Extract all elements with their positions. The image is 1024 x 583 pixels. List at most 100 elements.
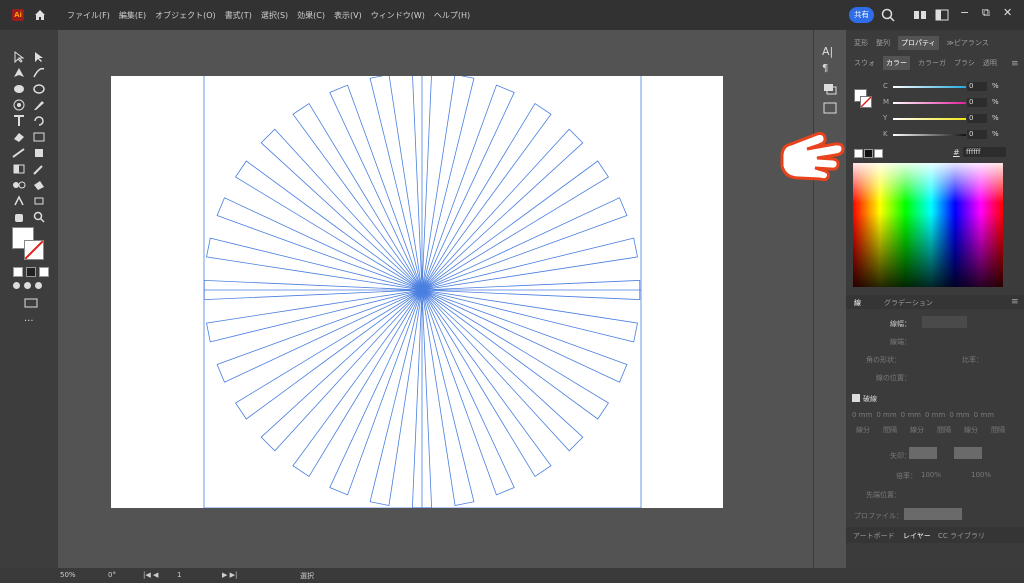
arrow-end-scale[interactable]: 100% — [971, 471, 991, 479]
menu-edit[interactable]: 編集(E) — [119, 10, 146, 21]
yellow-slider[interactable] — [893, 118, 966, 120]
home-icon[interactable] — [34, 9, 46, 21]
artboard-number[interactable]: 1 — [177, 571, 181, 579]
arrange-documents-icon[interactable] — [912, 7, 928, 23]
artboard-tool-icon[interactable] — [32, 195, 46, 207]
sunburst-ray[interactable] — [216, 197, 423, 291]
minimize-icon[interactable]: − — [960, 6, 969, 19]
dash-value-1[interactable]: 0 mm — [852, 411, 872, 419]
live-paint-tool-icon[interactable] — [32, 179, 46, 191]
curvature-tool-icon[interactable] — [32, 67, 46, 79]
paragraph-panel-icon[interactable]: ¶ — [822, 63, 838, 77]
screen-mode-icon[interactable] — [24, 297, 38, 309]
none-white-black-swatches[interactable] — [854, 149, 883, 158]
shape-builder-tool-icon[interactable] — [12, 99, 26, 111]
zoom-level[interactable]: 50% — [60, 571, 76, 579]
menu-type[interactable]: 書式(T) — [225, 10, 252, 21]
artboard[interactable] — [111, 70, 723, 509]
free-transform-tool-icon[interactable] — [32, 131, 46, 143]
zoom-tool-icon[interactable] — [32, 211, 46, 223]
menu-window[interactable]: ウィンドウ(W) — [371, 10, 425, 21]
sunburst-ray[interactable] — [329, 289, 423, 496]
dashed-checkbox[interactable] — [852, 394, 860, 402]
sunburst-ray[interactable] — [421, 289, 628, 383]
width-tool-icon[interactable] — [12, 147, 26, 159]
tab-layers[interactable]: レイヤー — [903, 531, 931, 541]
share-button[interactable]: 共有 — [849, 7, 874, 23]
menu-file[interactable]: ファイル(F) — [67, 10, 110, 21]
profile-select[interactable] — [904, 508, 962, 520]
sunburst-ray[interactable] — [292, 103, 423, 291]
stroke-swatch[interactable] — [24, 240, 44, 260]
tab-properties[interactable]: プロパティ — [898, 36, 939, 50]
sunburst-ray[interactable] — [329, 84, 423, 291]
drawing-mode-buttons[interactable] — [13, 282, 42, 289]
arrow-start-scale[interactable]: 100% — [921, 471, 941, 479]
workspace-icon[interactable] — [934, 7, 950, 23]
cyan-value-field[interactable]: 0 — [967, 82, 987, 91]
tab-swatches[interactable]: スウォ — [854, 58, 875, 68]
hex-value-field[interactable]: ffffff — [963, 147, 1006, 157]
gradient-tool-icon[interactable] — [12, 163, 26, 175]
hand-tool-icon[interactable] — [12, 211, 26, 223]
sunburst-ray[interactable] — [421, 197, 628, 291]
eraser-tool-icon[interactable] — [12, 131, 26, 143]
sunburst-ray[interactable] — [421, 84, 515, 291]
puppet-warp-tool-icon[interactable] — [12, 195, 26, 207]
gap-value-3[interactable]: 0 mm — [974, 411, 994, 419]
layers-panel-icon[interactable] — [822, 82, 838, 96]
artboards-panel-icon[interactable] — [822, 101, 838, 115]
menu-select[interactable]: 選択(S) — [261, 10, 288, 21]
dash-value-2[interactable]: 0 mm — [901, 411, 921, 419]
rotation-angle[interactable]: 0° — [108, 571, 116, 579]
tab-transparency[interactable]: 透明 — [983, 58, 997, 68]
gap-value-2[interactable]: 0 mm — [925, 411, 945, 419]
menu-help[interactable]: ヘルプ(H) — [434, 10, 470, 21]
sunburst-ray[interactable] — [421, 289, 584, 452]
tab-cc-libraries[interactable]: CC ライブラリ — [938, 531, 985, 541]
sunburst-ray[interactable] — [421, 128, 584, 291]
pencil-tool-icon[interactable] — [32, 99, 46, 111]
black-slider[interactable] — [893, 134, 966, 136]
sunburst-ray[interactable] — [421, 289, 552, 477]
prev-artboard-icon[interactable]: |◀ ◀ — [143, 571, 158, 579]
sunburst-ray[interactable] — [421, 289, 515, 496]
cyan-slider[interactable] — [893, 86, 966, 88]
close-icon[interactable]: ✕ — [1003, 6, 1012, 19]
magenta-slider[interactable] — [893, 102, 966, 104]
sunburst-ray[interactable] — [292, 289, 423, 477]
tab-gradient[interactable]: グラデーション — [884, 298, 933, 308]
sunburst-ray[interactable] — [235, 160, 423, 291]
tab-brushes[interactable]: ブラシ — [954, 58, 975, 68]
stroke-panel-menu-icon[interactable]: ≡ — [1011, 297, 1019, 307]
pen-tool-icon[interactable] — [12, 67, 26, 79]
direct-selection-tool-icon[interactable] — [32, 51, 46, 63]
panel-menu-icon[interactable]: ≡ — [1011, 59, 1019, 69]
color-stroke-swatch[interactable] — [860, 96, 872, 108]
magenta-value-field[interactable]: 0 — [967, 98, 987, 107]
blob-brush-tool-icon[interactable] — [12, 83, 26, 95]
sunburst-ray[interactable] — [260, 289, 423, 452]
edit-toolbar-button[interactable]: ··· — [24, 316, 34, 327]
rotate-tool-icon[interactable] — [32, 115, 46, 127]
black-value-field[interactable]: 0 — [967, 130, 987, 139]
restore-icon[interactable]: ⧉ — [982, 6, 990, 20]
eyedropper-tool-icon[interactable] — [32, 163, 46, 175]
dash-value-3[interactable]: 0 mm — [949, 411, 969, 419]
selection-tool-icon[interactable] — [12, 51, 26, 63]
sunburst-ray[interactable] — [235, 289, 423, 420]
arrow-end-select[interactable] — [954, 447, 982, 459]
tab-transform[interactable]: 変形 — [854, 38, 868, 48]
tab-color-guide[interactable]: カラーガ — [918, 58, 946, 68]
tab-appearance[interactable]: ≫ピアランス — [947, 38, 989, 48]
arrow-start-select[interactable] — [909, 447, 937, 459]
ellipse-tool-icon[interactable] — [32, 83, 46, 95]
color-mode-buttons[interactable] — [13, 267, 49, 277]
sunburst-ray[interactable] — [216, 289, 423, 383]
gap-value-1[interactable]: 0 mm — [876, 411, 896, 419]
search-icon[interactable] — [880, 7, 896, 23]
stroke-width-field[interactable] — [922, 316, 967, 328]
tab-stroke[interactable]: 線 — [854, 298, 861, 308]
sunburst-ray[interactable] — [421, 103, 552, 291]
next-artboard-icon[interactable]: ▶ ▶| — [222, 571, 237, 579]
